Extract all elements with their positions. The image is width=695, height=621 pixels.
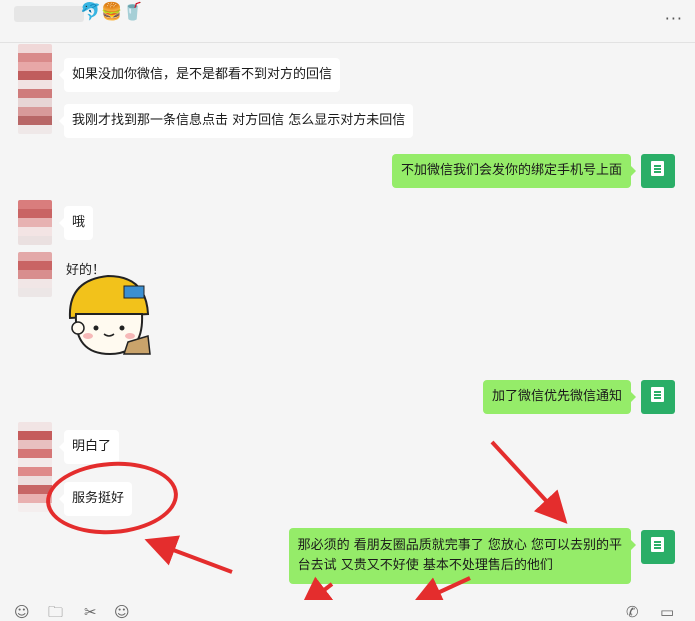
phone-icon[interactable]: ✆ [626,605,639,620]
video-call-icon[interactable]: ▭ [660,605,674,620]
red-arrow [144,535,233,574]
emoji-icon[interactable]: ☺ [14,605,30,620]
red-arrow-annotations [144,440,568,609]
red-arrow [410,576,471,607]
red-arrow [490,440,568,524]
folder-icon[interactable]: 🗀 [48,605,63,620]
chat-history-icon[interactable]: ☺ [114,605,130,620]
input-toolbar: ☺ 🗀 ✂ ☺ ✆ ▭ [0,600,695,620]
scissors-icon[interactable]: ✂ [84,605,97,620]
